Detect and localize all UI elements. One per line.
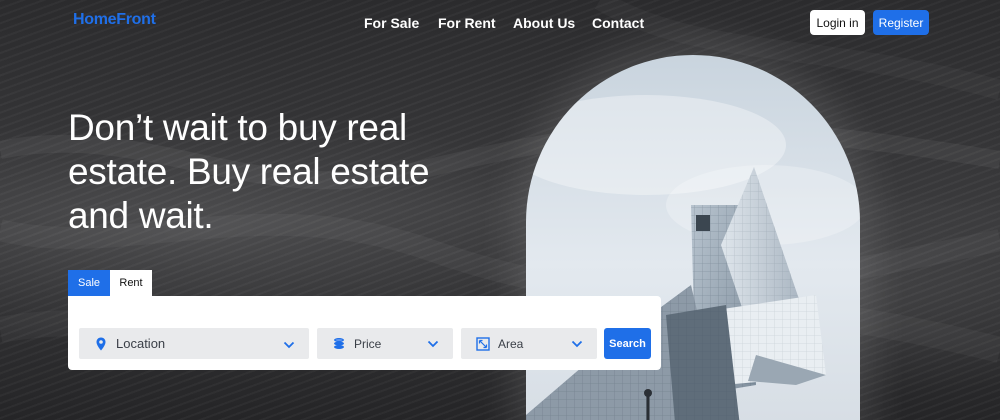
price-label: Price bbox=[354, 336, 382, 351]
location-label: Location bbox=[116, 336, 166, 351]
chevron-down-icon bbox=[283, 338, 295, 349]
hero-headline: Don’t wait to buy real estate. Buy real … bbox=[68, 106, 468, 238]
coins-icon bbox=[332, 337, 346, 351]
search-panel: Location Price Area Search bbox=[68, 296, 661, 370]
chevron-down-icon bbox=[427, 338, 439, 348]
nav-for-sale[interactable]: For Sale bbox=[364, 15, 419, 31]
area-label: Area bbox=[498, 336, 524, 351]
logo[interactable]: HomeFront bbox=[73, 11, 156, 29]
register-button[interactable]: Register bbox=[873, 10, 929, 35]
nav-for-rent[interactable]: For Rent bbox=[438, 15, 496, 31]
login-button[interactable]: Login in bbox=[810, 10, 865, 35]
tab-sale[interactable]: Sale bbox=[68, 270, 110, 296]
tab-rent[interactable]: Rent bbox=[110, 270, 152, 296]
chevron-down-icon bbox=[571, 338, 583, 348]
headline-line: Don’t wait to buy real bbox=[68, 107, 407, 148]
nav-contact[interactable]: Contact bbox=[592, 15, 644, 31]
headline-line: and wait. bbox=[68, 195, 214, 236]
headline-line: estate. Buy real estate bbox=[68, 151, 430, 192]
area-dropdown[interactable]: Area bbox=[461, 328, 597, 359]
price-dropdown[interactable]: Price bbox=[317, 328, 453, 359]
location-dropdown[interactable]: Location bbox=[79, 328, 309, 359]
search-button[interactable]: Search bbox=[604, 328, 651, 359]
nav-about-us[interactable]: About Us bbox=[513, 15, 575, 31]
map-pin-icon bbox=[94, 337, 108, 351]
area-expand-icon bbox=[476, 336, 490, 351]
